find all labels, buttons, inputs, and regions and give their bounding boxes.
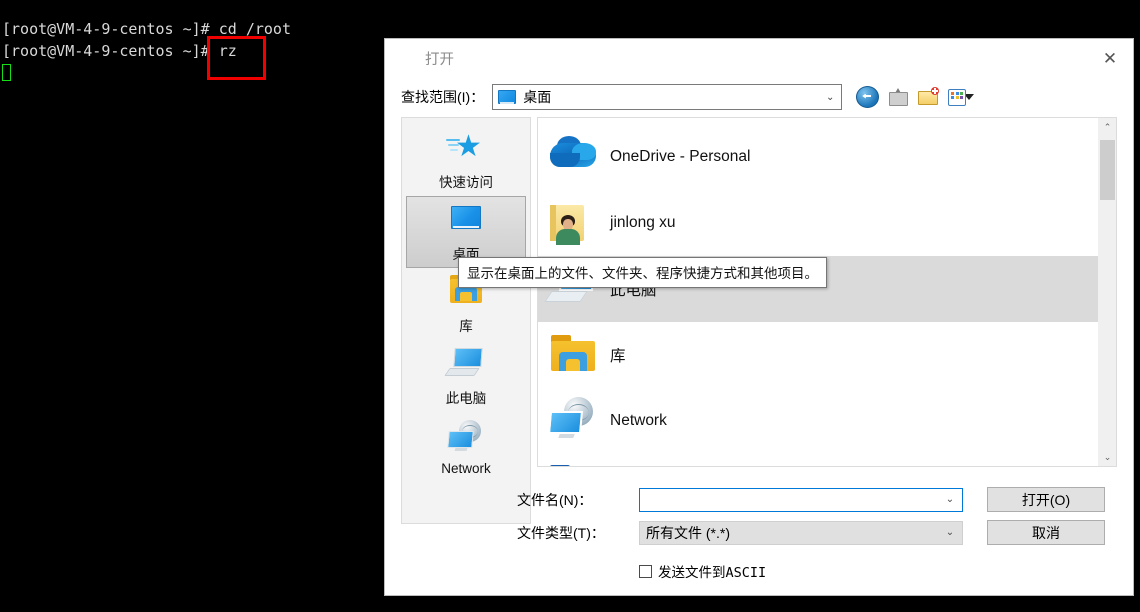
look-in-value: 桌面 [523, 89, 552, 105]
look-in-row: 查找范围(I)： 桌面 ⌄ [385, 77, 1133, 117]
list-item[interactable]: jinlong xu [538, 190, 1098, 256]
quick-access-star-icon: ★ [446, 130, 486, 166]
list-item[interactable]: Network [538, 388, 1098, 454]
view-tiles-icon[interactable] [948, 87, 978, 107]
ascii-checkbox-label: 发送文件到ASCII [658, 565, 767, 581]
look-in-combobox[interactable]: 桌面 ⌄ [492, 84, 843, 110]
chevron-down-icon[interactable]: ⌄ [938, 527, 962, 538]
sidebar-item-quick-access[interactable]: ★ 快速访问 [406, 124, 526, 196]
list-item-label: jinlong xu [610, 214, 676, 231]
network-globe-icon [446, 420, 486, 456]
file-list-scrollbar[interactable]: ⌃ ⌄ [1098, 118, 1116, 466]
desktop-monitor-icon [498, 90, 517, 104]
terminal-line-1: [root@VM-4-9-centos ~]# cd /root [2, 20, 291, 38]
scroll-down-icon[interactable]: ⌄ [1099, 448, 1116, 466]
filetype-label: 文件类型(T)： [517, 524, 605, 541]
this-pc-icon [444, 346, 486, 382]
terminal-cursor [2, 64, 11, 81]
filename-label: 文件名(N)： [517, 491, 593, 508]
open-button[interactable]: 打开(O) [987, 487, 1105, 512]
open-file-dialog: 打开 ✕ 查找范围(I)： 桌面 ⌄ ★ 快速访问 桌面 库 此电脑 Netwo… [384, 38, 1134, 596]
ascii-checkbox[interactable] [639, 564, 652, 578]
desktop-tooltip: 显示在桌面上的文件、文件夹、程序快捷方式和其他项目。 [458, 257, 827, 288]
chevron-down-icon[interactable]: ⌄ [819, 92, 841, 103]
file-list-panel: OneDrive - Personal jinlong xu 此电脑 库 Net [537, 117, 1117, 467]
new-folder-icon[interactable] [918, 87, 940, 107]
up-folder-icon[interactable] [888, 87, 909, 107]
look-in-label: 查找范围(I)： [401, 89, 485, 105]
back-arrow-icon[interactable] [856, 86, 880, 108]
sidebar-item-label: 此电脑 [445, 390, 487, 406]
dialog-form: 文件名(N)： ⌄ 打开(O) 文件类型(T)： 所有文件 (*.*) ⌄ 取消… [517, 487, 1131, 581]
blue-folder-icon [548, 463, 600, 466]
sidebar-item-network[interactable]: Network [406, 412, 526, 484]
list-item-label: 库 [610, 348, 626, 365]
user-folder-icon [548, 199, 600, 247]
scroll-up-icon[interactable]: ⌃ [1099, 118, 1116, 136]
scrollbar-track[interactable] [1099, 136, 1116, 448]
dialog-body: ★ 快速访问 桌面 库 此电脑 Network OneDrive - Perso… [385, 117, 1133, 524]
xshell-swirl-icon [397, 48, 417, 68]
chevron-down-icon[interactable]: ⌄ [938, 494, 962, 505]
desktop-monitor-icon [446, 202, 486, 238]
list-item-label: Network [610, 412, 667, 429]
library-folder-icon [548, 331, 600, 379]
list-item[interactable]: Adobe Photoshop CS5.1 [538, 454, 1098, 466]
ascii-checkbox-row[interactable]: 发送文件到ASCII [517, 561, 1131, 581]
list-item[interactable]: 库 [538, 322, 1098, 388]
annotation-highlight-box [207, 36, 266, 80]
sidebar-item-label: Network [441, 461, 491, 476]
scrollbar-thumb[interactable] [1100, 140, 1115, 200]
onedrive-cloud-icon [548, 133, 600, 181]
close-icon[interactable]: ✕ [1087, 39, 1133, 77]
filename-input[interactable]: ⌄ [639, 487, 963, 512]
filetype-select[interactable]: 所有文件 (*.*) ⌄ [639, 520, 963, 545]
dialog-title: 打开 [425, 51, 454, 68]
dialog-titlebar[interactable]: 打开 ✕ [385, 39, 1133, 77]
sidebar-item-this-pc[interactable]: 此电脑 [406, 340, 526, 412]
network-globe-icon [547, 397, 600, 445]
filetype-row: 文件类型(T)： 所有文件 (*.*) ⌄ 取消 [517, 520, 1131, 545]
dialog-toolbar [856, 86, 978, 108]
filetype-value: 所有文件 (*.*) [646, 524, 730, 541]
list-item-label: OneDrive - Personal [610, 148, 751, 165]
sidebar-item-label: 快速访问 [439, 174, 493, 190]
list-item[interactable]: OneDrive - Personal [538, 124, 1098, 190]
file-list[interactable]: OneDrive - Personal jinlong xu 此电脑 库 Net [538, 118, 1098, 466]
sidebar-item-label: 库 [459, 318, 473, 334]
cancel-button[interactable]: 取消 [987, 520, 1105, 545]
places-sidebar: ★ 快速访问 桌面 库 此电脑 Network [401, 117, 531, 524]
filename-row: 文件名(N)： ⌄ 打开(O) [517, 487, 1131, 512]
